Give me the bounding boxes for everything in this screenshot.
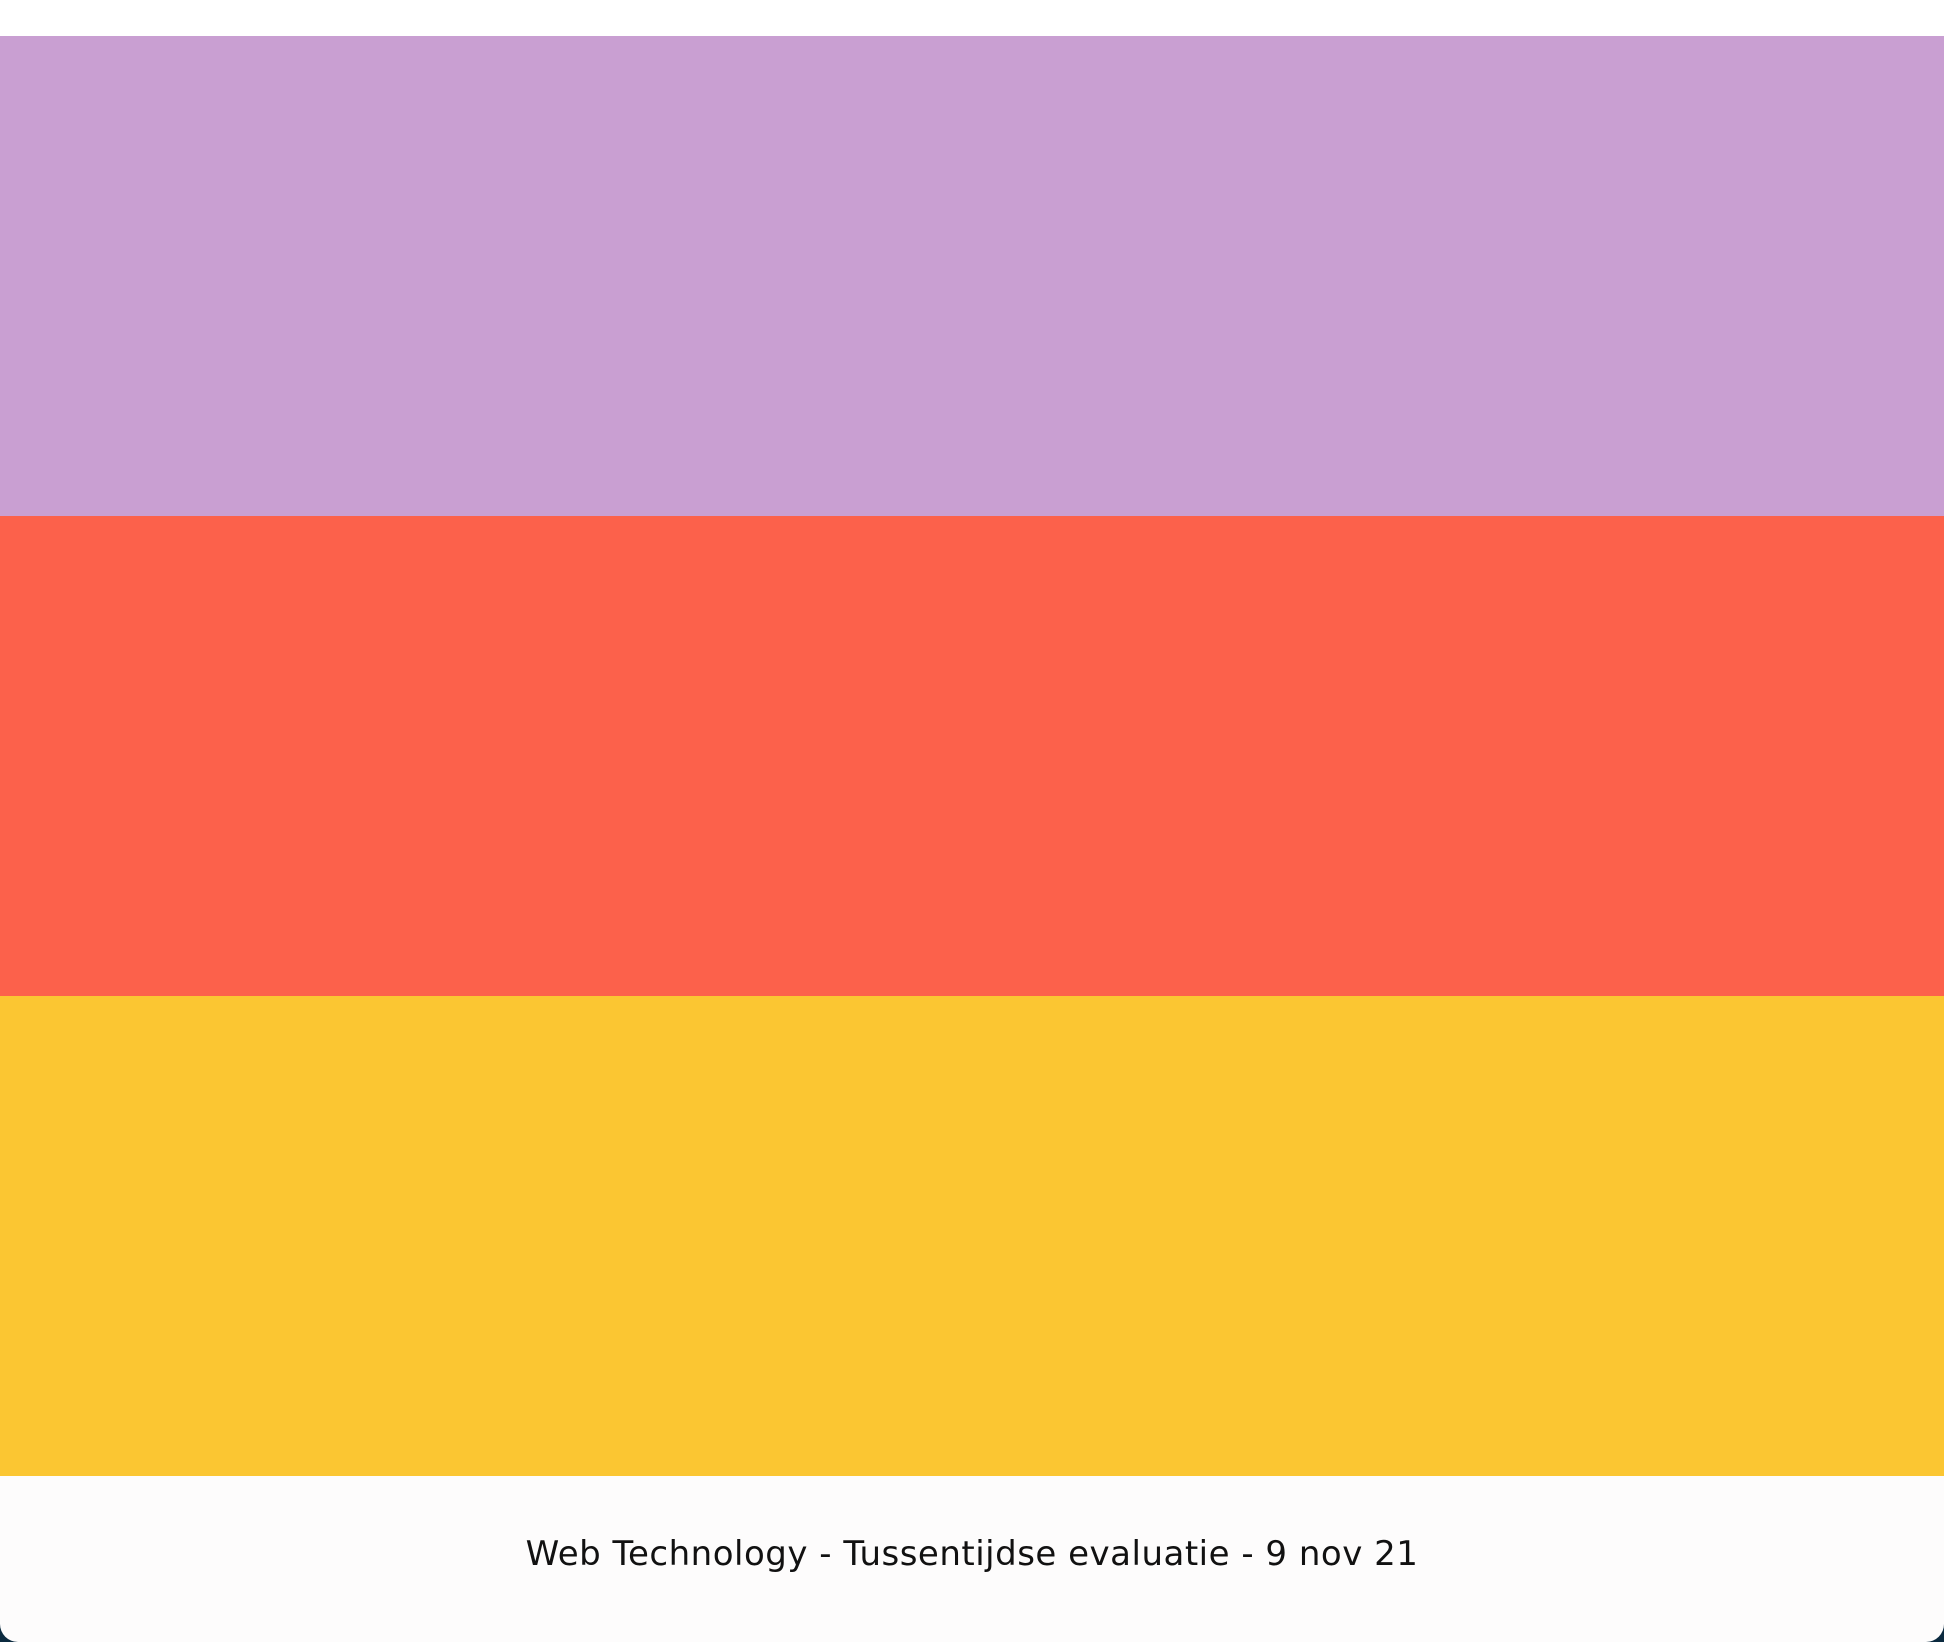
color-band-lavender	[0, 36, 1944, 516]
top-strip	[0, 0, 1944, 36]
footer-caption: Web Technology - Tussentijdse evaluatie …	[525, 1534, 1419, 1574]
color-band-yellow	[0, 996, 1944, 1476]
color-band-coral	[0, 516, 1944, 996]
slide-footer: Web Technology - Tussentijdse evaluatie …	[0, 1476, 1944, 1642]
presentation-window: Web Technology - Tussentijdse evaluatie …	[0, 0, 1944, 1642]
